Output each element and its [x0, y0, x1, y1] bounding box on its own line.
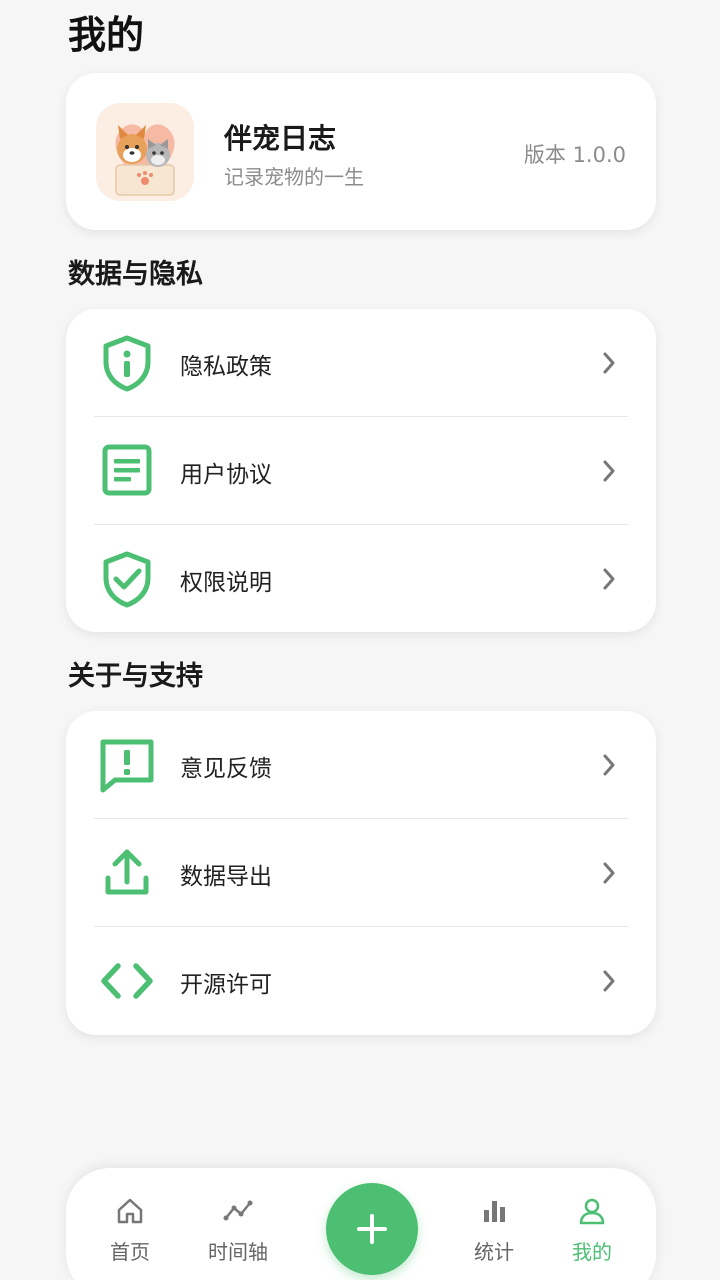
chevron-right-icon	[603, 970, 615, 992]
menu-item-label: 开源许可	[180, 972, 272, 998]
menu-item-privacy-policy[interactable]: 隐私政策	[66, 309, 656, 418]
shield-info-icon	[103, 335, 151, 392]
tab-label: 时间轴	[208, 1240, 268, 1264]
about-support-card: 意见反馈 数据导出 开源许可	[66, 711, 656, 1035]
tab-home[interactable]: 首页	[90, 1196, 170, 1265]
menu-item-data-export[interactable]: 数据导出	[66, 819, 656, 928]
menu-item-label: 隐私政策	[180, 354, 272, 380]
chevron-right-icon	[603, 754, 615, 776]
app-version: 版本 1.0.0	[523, 143, 626, 167]
document-icon	[102, 444, 152, 496]
menu-item-label: 用户协议	[180, 462, 272, 488]
app-info-card: 伴宠日志 记录宠物的一生 版本 1.0.0	[66, 73, 656, 230]
menu-item-label: 权限说明	[180, 570, 272, 596]
app-slogan: 记录宠物的一生	[224, 165, 364, 189]
bottom-tab-bar: 首页 时间轴 统计 我的	[66, 1168, 656, 1280]
tab-label: 首页	[110, 1240, 150, 1264]
chevron-right-icon	[603, 352, 615, 374]
home-icon	[117, 1198, 143, 1224]
menu-item-label: 意见反馈	[180, 756, 272, 782]
tab-label: 统计	[474, 1240, 514, 1264]
user-icon	[579, 1198, 605, 1225]
code-icon	[101, 963, 153, 999]
section-title-data-privacy: 数据与隐私	[68, 259, 203, 290]
chevron-right-icon	[603, 460, 615, 482]
tab-statistics[interactable]: 统计	[454, 1196, 534, 1265]
bar-chart-icon	[484, 1201, 505, 1222]
app-name: 伴宠日志	[224, 122, 337, 155]
chevron-right-icon	[603, 862, 615, 884]
plus-icon	[357, 1214, 387, 1244]
menu-item-open-source[interactable]: 开源许可	[66, 927, 656, 1036]
app-logo	[96, 103, 194, 201]
menu-item-feedback[interactable]: 意见反馈	[66, 711, 656, 820]
tab-mine[interactable]: 我的	[552, 1196, 632, 1265]
data-privacy-card: 隐私政策 用户协议 权限说明	[66, 309, 656, 632]
shield-check-icon	[103, 551, 151, 608]
tab-timeline[interactable]: 时间轴	[198, 1196, 278, 1265]
feedback-icon	[100, 739, 154, 793]
tab-label: 我的	[572, 1240, 612, 1264]
chevron-right-icon	[603, 568, 615, 590]
menu-item-permissions[interactable]: 权限说明	[66, 525, 656, 634]
menu-item-label: 数据导出	[180, 864, 272, 890]
section-title-about-support: 关于与支持	[68, 661, 203, 692]
upload-icon	[105, 849, 149, 895]
menu-item-user-agreement[interactable]: 用户协议	[66, 417, 656, 526]
page-title: 我的	[68, 13, 145, 57]
trend-icon	[223, 1200, 253, 1221]
add-record-button[interactable]	[326, 1183, 418, 1275]
